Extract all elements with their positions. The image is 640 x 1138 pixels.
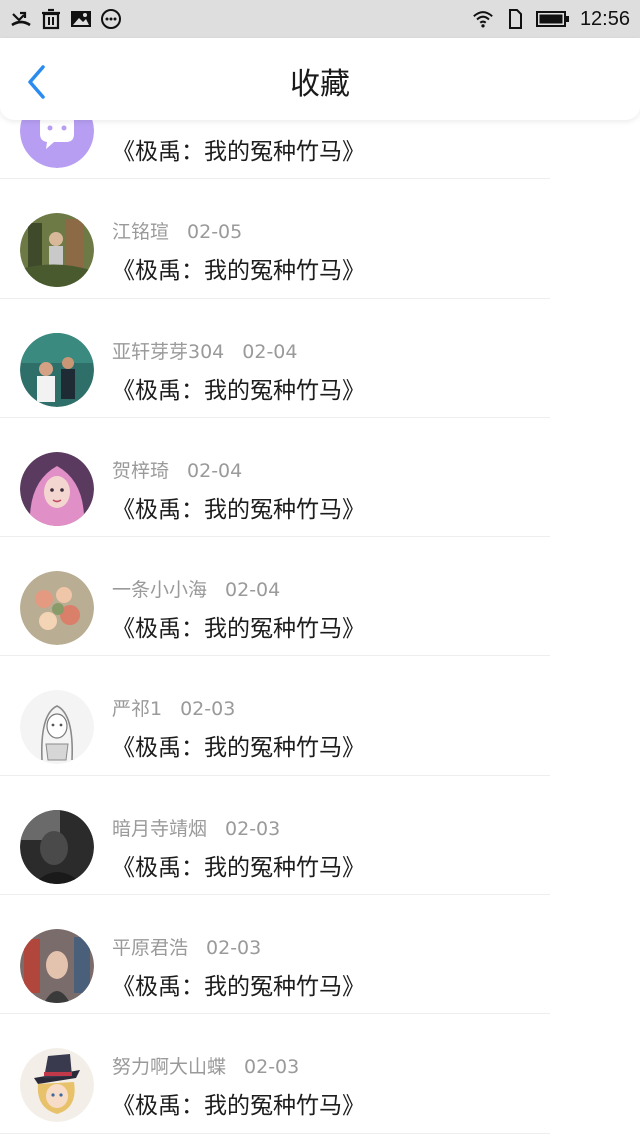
list-item[interactable]: 一条小小海 02-04 《极禹：我的冤种竹马》 [0,537,640,657]
status-left [10,8,122,30]
item-meta: 努力啊大山蝶 02-03 [112,1052,299,1079]
item-date: 02-03 [244,1056,300,1079]
nav-bar: 收藏 [0,38,640,120]
drawing-sketch [20,690,94,765]
status-bar: 12:56 [0,0,640,38]
item-date: 02-05 [187,221,243,244]
list-item[interactable]: 严祁1 02-03 《极禹：我的冤种竹马》 [0,656,640,777]
item-meta: 江铭瑄 02-05 [112,217,242,244]
item-date: 02-04 [242,340,298,363]
list-item[interactable]: 暗月寺靖烟 02-03 《极禹：我的冤种竹马》 [0,776,640,896]
photo-shop [20,929,94,1004]
item-meta: 一条小小海 02-04 [112,575,280,602]
item-title: 《极禹：我的冤种竹马》 [112,377,365,404]
avatar [20,213,94,288]
author-name: 严祁1 [112,698,163,721]
missed-call-icon [10,8,32,30]
author-name: 贺梓琦 [112,459,170,482]
avatar [20,1048,94,1123]
status-time: 12:56 [579,7,630,30]
photo-dark [20,809,94,884]
item-title: 《极禹：我的冤种竹马》 [112,854,365,881]
drawing-hat [20,1048,94,1123]
photo-people [20,332,94,407]
avatar [20,332,94,407]
item-meta: 贺梓琦 02-04 [112,456,242,483]
avatar [20,809,94,884]
item-date: 02-04 [225,579,281,602]
author-name: 暗月寺靖烟 [112,817,208,840]
sim-icon [504,8,526,30]
item-title: 《极禹：我的冤种竹马》 [112,496,365,523]
author-name: 江铭瑄 [112,221,170,244]
item-date: 02-03 [180,698,236,721]
avatar [20,571,94,646]
status-right: 12:56 [472,8,630,31]
author-name: 努力啊大山蝶 [112,1056,227,1079]
list-item[interactable]: 努力啊大山蝶 02-03 《极禹：我的冤种竹马》 [0,1014,640,1134]
item-title: 《极禹：我的冤种竹马》 [112,735,365,762]
item-date: 02-03 [206,937,262,960]
item-date: 02-04 [187,459,243,482]
avatar [20,451,94,526]
author-name: 亚轩芽芽304 [112,340,225,363]
list-item[interactable]: 江铭瑄 02-05 《极禹：我的冤种竹马》 [0,179,640,299]
favorites-list: 《极禹：我的冤种竹马》 江铭瑄 02-05 《极禹：我的冤种竹马》 亚轩芽芽30… [0,60,640,1134]
photo-forest [20,213,94,288]
item-title: 《极禹：我的冤种竹马》 [112,139,365,165]
more-circle-icon [100,8,122,30]
list-item[interactable]: 贺梓琦 02-04 《极禹：我的冤种竹马》 [0,418,640,538]
author-name: 一条小小海 [112,579,208,602]
wifi-icon [472,8,494,30]
item-meta: 暗月寺靖烟 02-03 [112,814,280,841]
list-item[interactable]: 亚轩芽芽304 02-04 《极禹：我的冤种竹马》 [0,299,640,419]
photo-girl-pink [20,451,94,526]
avatar [20,929,94,1004]
battery-icon [535,8,570,30]
item-title: 《极禹：我的冤种竹马》 [112,974,365,1001]
item-meta: 亚轩芽芽304 02-04 [112,337,297,364]
photo-flowers [20,571,94,646]
item-meta: 严祁1 02-03 [112,694,235,721]
item-title: 《极禹：我的冤种竹马》 [112,1093,365,1120]
author-name: 平原君浩 [112,937,189,960]
avatar [20,690,94,765]
trash-icon [40,8,62,30]
list-item[interactable]: 平原君浩 02-03 《极禹：我的冤种竹马》 [0,895,640,1015]
item-date: 02-03 [225,817,281,840]
item-title: 《极禹：我的冤种竹马》 [112,258,365,285]
item-meta: 平原君浩 02-03 [112,933,261,960]
item-title: 《极禹：我的冤种竹马》 [112,616,365,643]
page-title: 收藏 [290,67,350,102]
image-icon [70,8,92,30]
